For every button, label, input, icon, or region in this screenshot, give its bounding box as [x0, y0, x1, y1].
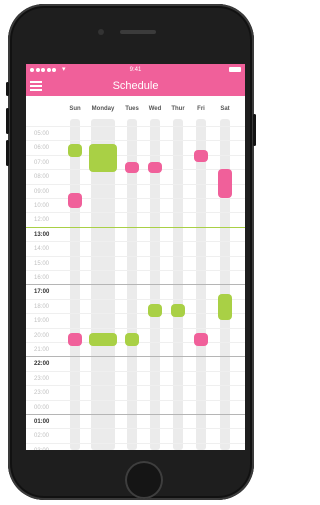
event-block-pink[interactable] — [68, 193, 82, 208]
mute-switch — [6, 82, 9, 96]
hour-gridline — [26, 313, 245, 314]
hour-label: 02:00 — [34, 433, 50, 439]
app-screen: ▾ 9:41 Schedule 05:00 06:00 07:00 08:00 09:0… — [26, 64, 245, 450]
hour-label: 03:00 — [34, 447, 49, 450]
hour-label: 19:00 — [34, 318, 50, 324]
event-block-pink[interactable] — [194, 333, 208, 346]
hour-gridline — [26, 299, 245, 300]
hour-gridline — [26, 428, 245, 429]
hour-gridline — [26, 126, 245, 127]
hour-label: 16:00 — [34, 275, 50, 281]
hour-label: 08:00 — [34, 174, 50, 180]
hour-label: 01:00 — [34, 419, 50, 425]
camera-icon — [98, 29, 104, 35]
hour-label: 00:00 — [34, 405, 50, 411]
hour-gridline — [26, 400, 245, 401]
status-bar: ▾ 9:41 — [26, 64, 245, 76]
hour-gridline — [26, 212, 245, 213]
hour-gridline — [26, 371, 245, 372]
event-block-green[interactable] — [89, 144, 117, 172]
hour-label: 22:00 — [34, 361, 50, 367]
hour-gridline — [26, 184, 245, 185]
current-time-line — [26, 227, 245, 228]
event-block-pink[interactable] — [148, 161, 162, 174]
day-header-monday[interactable]: Monday — [90, 106, 116, 112]
status-time: 9:41 — [129, 67, 142, 73]
hour-gridline — [26, 155, 245, 156]
event-block-green[interactable] — [89, 333, 117, 346]
hour-label: 20:00 — [34, 333, 50, 339]
event-block-green[interactable] — [68, 144, 82, 158]
hour-label: 23:00 — [34, 390, 50, 396]
hour-gridline — [26, 443, 245, 444]
hour-label: 13:00 — [34, 232, 50, 238]
hour-gridline — [26, 385, 245, 386]
power-button — [253, 114, 256, 146]
hour-label: 18:00 — [34, 304, 50, 310]
hour-gridline — [26, 284, 245, 285]
day-header-fri[interactable]: Fri — [188, 106, 214, 112]
hour-label: 09:00 — [34, 189, 50, 195]
hour-label: 10:00 — [34, 203, 50, 209]
earpiece-speaker — [120, 30, 156, 34]
hour-gridline — [26, 256, 245, 257]
hour-label: 15:00 — [34, 261, 50, 267]
event-block-pink[interactable] — [194, 150, 208, 162]
hour-label: 05:00 — [34, 131, 50, 137]
event-block-green[interactable] — [148, 304, 162, 318]
event-block-green[interactable] — [171, 304, 185, 318]
hour-label: 12:00 — [34, 217, 50, 223]
hour-label: 21:00 — [34, 347, 50, 353]
hour-label: 23:00 — [34, 376, 50, 382]
hour-label: 07:00 — [34, 160, 50, 166]
hour-gridline — [26, 198, 245, 199]
hour-gridline — [26, 414, 245, 415]
event-block-pink[interactable] — [125, 161, 139, 174]
volume-down-button — [6, 140, 9, 166]
hour-gridline — [26, 270, 245, 271]
day-header-sun[interactable]: Sun — [62, 106, 88, 112]
hour-label: 17:00 — [34, 289, 50, 295]
nav-bar: Schedule — [26, 76, 245, 96]
hour-gridline — [26, 328, 245, 329]
home-button[interactable] — [125, 461, 163, 499]
hour-label: 14:00 — [34, 246, 50, 252]
hour-gridline — [26, 241, 245, 242]
page-title: Schedule — [112, 80, 159, 92]
event-block-green[interactable] — [218, 294, 232, 321]
battery-icon — [229, 67, 241, 72]
event-block-pink[interactable] — [68, 333, 82, 346]
day-header-sat[interactable]: Sat — [212, 106, 238, 112]
event-block-pink[interactable] — [218, 168, 232, 198]
hour-label: 06:00 — [34, 145, 50, 151]
volume-up-button — [6, 108, 9, 134]
hour-gridline — [26, 356, 245, 357]
event-block-green[interactable] — [125, 333, 139, 346]
hour-gridline — [26, 140, 245, 141]
